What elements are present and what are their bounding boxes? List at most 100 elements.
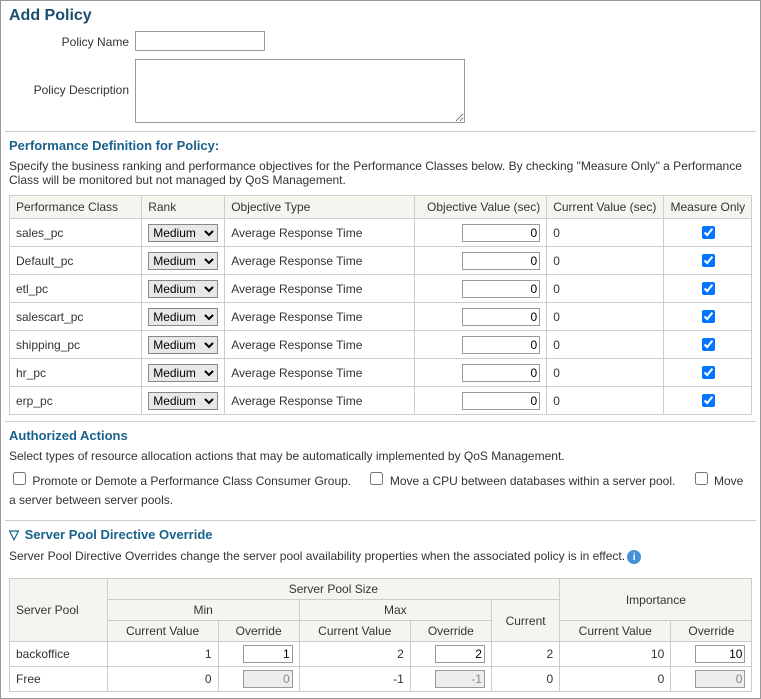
objective-type-cell: Average Response Time [225, 303, 415, 331]
table-row: shipping_pc LowestLowMediumHighHighest Ave… [10, 331, 752, 359]
objective-type-cell: Average Response Time [225, 219, 415, 247]
col-min-current: Current Value [107, 621, 218, 642]
current-value-cell: 0 [547, 331, 664, 359]
objective-type-cell: Average Response Time [225, 331, 415, 359]
col-min-override: Override [218, 621, 299, 642]
col-importance: Importance [560, 579, 752, 621]
table-row: Default_pc LowestLowMediumHighHighest Aver… [10, 247, 752, 275]
importance-current-cell: 0 [560, 667, 671, 692]
performance-table: Performance Class Rank Objective Type Ob… [9, 195, 752, 415]
objective-value-input[interactable] [462, 392, 540, 410]
objective-value-input[interactable] [462, 252, 540, 270]
objective-value-input[interactable] [462, 308, 540, 326]
performance-definition-desc: Specify the business ranking and perform… [5, 155, 756, 195]
current-value-cell: 0 [547, 247, 664, 275]
col-objective-type: Objective Type [225, 196, 415, 219]
measure-only-checkbox[interactable] [702, 254, 715, 267]
table-row: salescart_pc LowestLowMediumHighHighest Av… [10, 303, 752, 331]
col-imp-override: Override [671, 621, 752, 642]
rank-select[interactable]: LowestLowMediumHighHighest [148, 308, 218, 326]
table-row: etl_pc LowestLowMediumHighHighest Average … [10, 275, 752, 303]
server-pool-name-cell: Free [10, 667, 108, 692]
measure-only-checkbox[interactable] [702, 282, 715, 295]
importance-override-input [695, 670, 745, 688]
move-cpu-option[interactable]: Move a CPU between databases within a se… [366, 474, 675, 488]
col-min: Min [107, 600, 299, 621]
rank-select[interactable]: LowestLowMediumHighHighest [148, 392, 218, 410]
measure-only-checkbox[interactable] [702, 338, 715, 351]
objective-value-input[interactable] [462, 336, 540, 354]
max-override-input[interactable] [435, 645, 485, 663]
current-value-cell: 0 [547, 359, 664, 387]
performance-class-cell: erp_pc [10, 387, 142, 415]
col-current: Current [491, 600, 559, 642]
current-value-cell: 0 [547, 303, 664, 331]
current-value-cell: 0 [547, 219, 664, 247]
max-current-cell: 2 [299, 642, 410, 667]
policy-name-input[interactable] [135, 31, 265, 51]
current-cell: 0 [491, 667, 559, 692]
objective-type-cell: Average Response Time [225, 359, 415, 387]
measure-only-checkbox[interactable] [702, 366, 715, 379]
rank-select[interactable]: LowestLowMediumHighHighest [148, 252, 218, 270]
policy-description-input[interactable] [135, 59, 465, 123]
performance-class-cell: Default_pc [10, 247, 142, 275]
table-row: backoffice12210 [10, 642, 752, 667]
col-max: Max [299, 600, 491, 621]
performance-definition-title: Performance Definition for Policy: [5, 131, 756, 155]
objective-type-cell: Average Response Time [225, 247, 415, 275]
col-current-value: Current Value (sec) [547, 196, 664, 219]
current-value-cell: 0 [547, 275, 664, 303]
rank-select[interactable]: LowestLowMediumHighHighest [148, 364, 218, 382]
promote-demote-checkbox[interactable] [13, 472, 26, 485]
table-row: erp_pc LowestLowMediumHighHighest Average … [10, 387, 752, 415]
policy-description-label: Policy Description [5, 59, 135, 97]
performance-class-cell: etl_pc [10, 275, 142, 303]
col-server-pool-size: Server Pool Size [107, 579, 560, 600]
objective-value-input[interactable] [462, 280, 540, 298]
current-value-cell: 0 [547, 387, 664, 415]
performance-class-cell: salescart_pc [10, 303, 142, 331]
measure-only-checkbox[interactable] [702, 310, 715, 323]
measure-only-checkbox[interactable] [702, 226, 715, 239]
objective-value-input[interactable] [462, 364, 540, 382]
objective-type-cell: Average Response Time [225, 275, 415, 303]
col-rank: Rank [142, 196, 225, 219]
objective-type-cell: Average Response Time [225, 387, 415, 415]
server-pool-override-title: Server Pool Directive Override [25, 527, 213, 542]
policy-name-label: Policy Name [5, 31, 135, 49]
authorized-actions-title: Authorized Actions [5, 421, 756, 445]
rank-select[interactable]: LowestLowMediumHighHighest [148, 280, 218, 298]
objective-value-input[interactable] [462, 224, 540, 242]
measure-only-checkbox[interactable] [702, 394, 715, 407]
move-server-checkbox[interactable] [695, 472, 708, 485]
col-performance-class: Performance Class [10, 196, 142, 219]
max-current-cell: -1 [299, 667, 410, 692]
table-row: Free0-100 [10, 667, 752, 692]
min-current-cell: 1 [107, 642, 218, 667]
server-pool-name-cell: backoffice [10, 642, 108, 667]
col-objective-value: Objective Value (sec) [414, 196, 546, 219]
server-pool-override-header[interactable]: ▽ Server Pool Directive Override [5, 520, 756, 545]
move-cpu-checkbox[interactable] [370, 472, 383, 485]
performance-class-cell: shipping_pc [10, 331, 142, 359]
server-pool-override-desc: Server Pool Directive Overrides change t… [5, 545, 756, 572]
col-max-current: Current Value [299, 621, 410, 642]
collapse-icon[interactable]: ▽ [9, 527, 21, 543]
min-override-input [243, 670, 293, 688]
col-imp-current: Current Value [560, 621, 671, 642]
col-measure-only: Measure Only [664, 196, 752, 219]
promote-demote-option[interactable]: Promote or Demote a Performance Class Co… [9, 474, 351, 488]
server-pool-table: Server Pool Server Pool Size Importance … [9, 578, 752, 692]
authorized-actions-desc: Select types of resource allocation acti… [5, 445, 756, 465]
table-row: sales_pcLowestLowMediumHighHighestAverag… [10, 219, 752, 247]
performance-class-cell: hr_pc [10, 359, 142, 387]
rank-select[interactable]: LowestLowMediumHighHighest [148, 224, 218, 242]
importance-override-input[interactable] [695, 645, 745, 663]
info-icon[interactable]: i [627, 550, 641, 564]
page-title: Add Policy [9, 7, 756, 25]
max-override-input [435, 670, 485, 688]
table-row: hr_pc LowestLowMediumHighHighest Average R… [10, 359, 752, 387]
min-override-input[interactable] [243, 645, 293, 663]
rank-select[interactable]: LowestLowMediumHighHighest [148, 336, 218, 354]
